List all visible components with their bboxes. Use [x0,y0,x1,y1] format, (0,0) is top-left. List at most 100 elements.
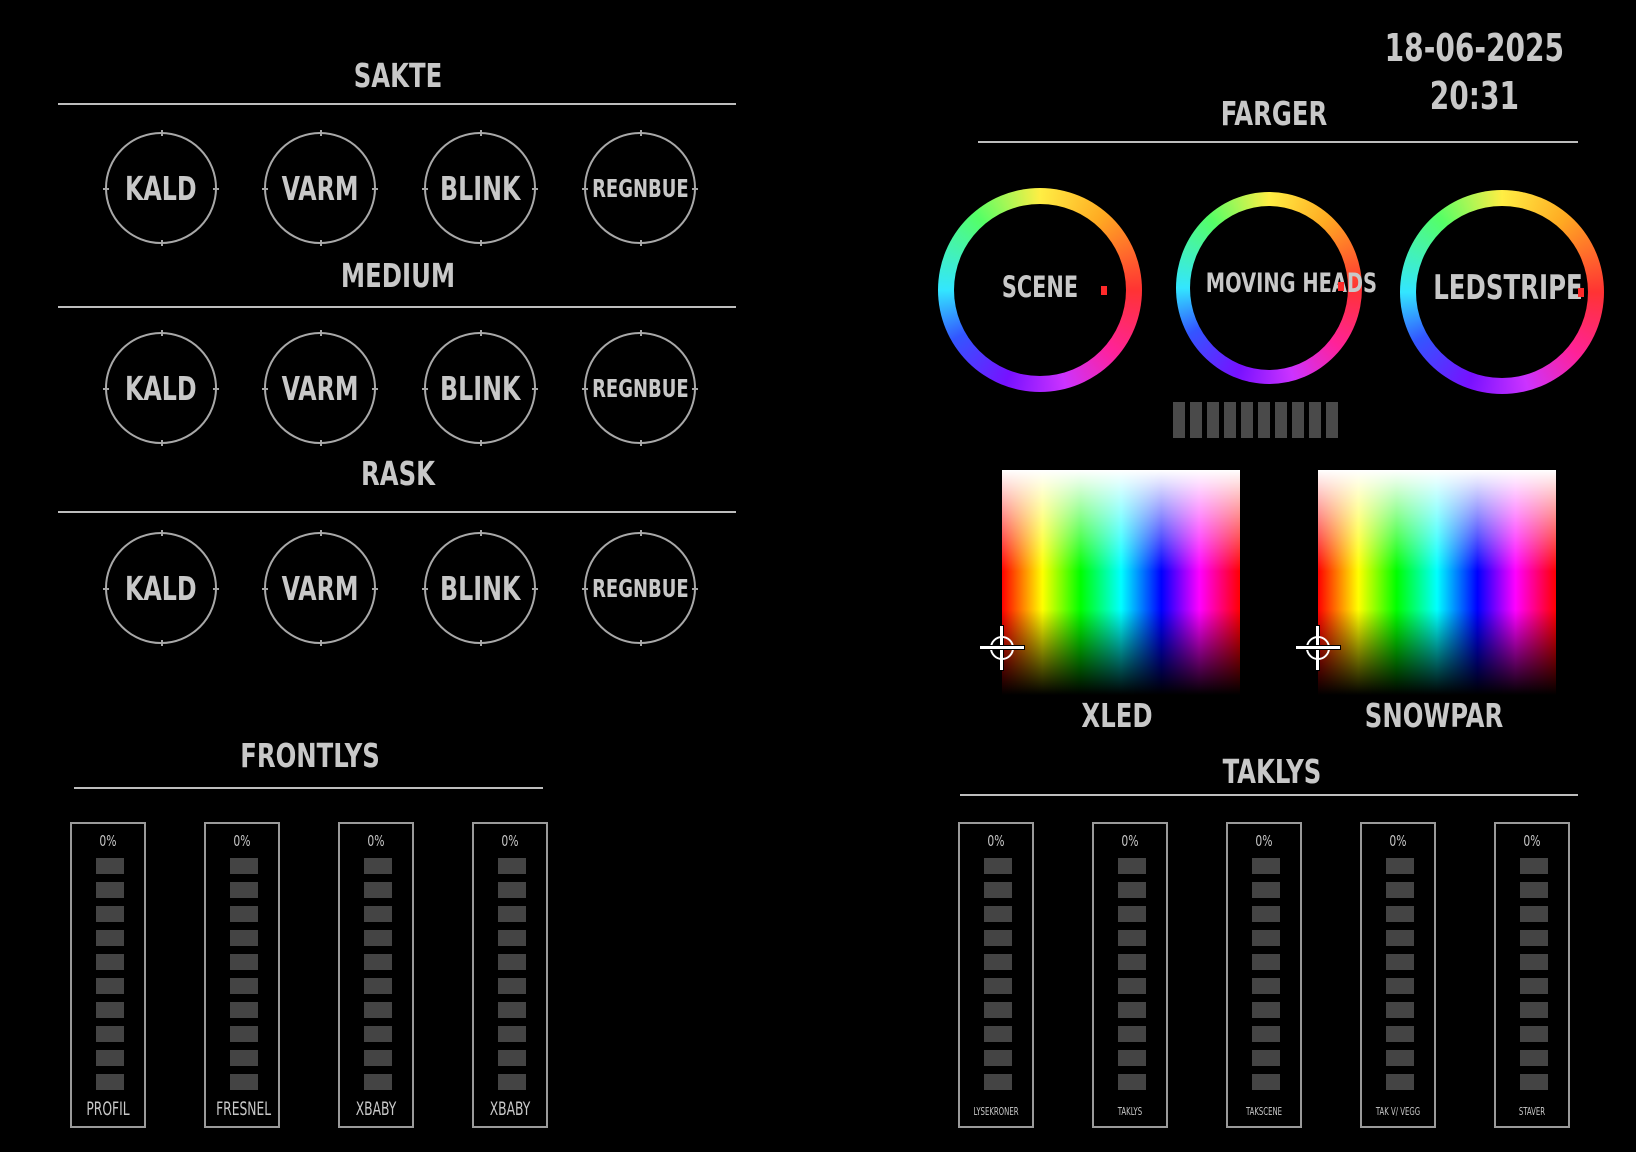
fader-segment [498,882,526,898]
fader-label: TAKSCENE [1245,1105,1283,1118]
button-label: KALD [125,568,197,608]
wheel-indicator[interactable] [1338,282,1344,291]
snowpar-crosshair-icon[interactable] [1296,626,1340,670]
fader-segment [1520,1002,1548,1018]
fader-label: TAKLYS [1117,1105,1143,1118]
scene-color-wheel[interactable]: SCENE [938,188,1142,392]
bar-segment [1258,402,1270,438]
bar-segment [1190,402,1202,438]
group-title-rask: RASK [360,454,435,493]
fader-segment [1252,978,1280,994]
moving-heads-color-wheel[interactable]: MOVING HEADS [1176,192,1377,384]
button-label: BLINK [439,568,521,608]
xled-color-picker[interactable] [1002,470,1240,695]
fader-segment [1520,954,1548,970]
divider [74,787,543,789]
ledstripe-color-wheel[interactable]: LEDSTRIPE [1400,190,1604,394]
fader-segment [96,930,124,946]
fader-segment [1386,954,1414,970]
fader-segment [1252,858,1280,874]
fader-segment [498,858,526,874]
fader-segment [498,1050,526,1066]
fader-fresnel[interactable]: 0% FRESNEL [204,822,280,1128]
fader-segment [1252,1074,1280,1090]
fader-tak-v-vegg[interactable]: 0% TAK V/ VEGG [1360,822,1436,1128]
fader-label: LYSEKRONER [973,1105,1019,1118]
fader-segment [1118,978,1146,994]
fader-xbaby-1[interactable]: 0% XBABY [338,822,414,1128]
rask-blink-button[interactable]: BLINK [422,530,538,646]
button-label: BLINK [439,168,521,208]
fader-label: STAVER [1518,1105,1546,1118]
xled-label: XLED [1081,696,1153,735]
fader-segment [364,1050,392,1066]
fader-staver[interactable]: 0% STAVER [1494,822,1570,1128]
fader-segment [1520,858,1548,874]
fader-segment [1252,1026,1280,1042]
wheel-label: SCENE [1001,270,1079,304]
medium-kald-button[interactable]: KALD [103,330,219,446]
fader-segment [1252,930,1280,946]
fader-segment [96,882,124,898]
fader-taklys[interactable]: 0% TAKLYS [1092,822,1168,1128]
fader-segment [364,906,392,922]
fader-segment [364,1002,392,1018]
fader-value: 0% [1255,832,1273,850]
snowpar-color-picker[interactable] [1318,470,1556,695]
fader-segment [498,930,526,946]
group-title-sakte: SAKTE [353,56,443,95]
fader-segment [230,930,258,946]
fader-segment [984,1002,1012,1018]
brightness-bars[interactable] [1173,402,1338,438]
fader-value: 0% [233,832,251,850]
fader-segment [1118,882,1146,898]
divider [960,794,1578,796]
fader-xbaby-2[interactable]: 0% XBABY [472,822,548,1128]
fader-segment [1252,1002,1280,1018]
button-label: REGNBUE [591,373,689,403]
fader-segment [96,1050,124,1066]
fader-value: 0% [1389,832,1407,850]
fader-segment [230,858,258,874]
fader-segment [96,1074,124,1090]
bar-segment [1207,402,1219,438]
sakte-varm-button[interactable]: VARM [262,130,378,246]
fader-segment [1252,954,1280,970]
fader-segment [364,858,392,874]
medium-regnbue-button[interactable]: REGNBUE [582,330,698,446]
fader-segment [498,1002,526,1018]
sakte-kald-button[interactable]: KALD [103,130,219,246]
fader-value: 0% [1523,832,1541,850]
divider [978,141,1578,143]
medium-varm-button[interactable]: VARM [262,330,378,446]
bar-segment [1275,402,1287,438]
fader-value: 0% [501,832,519,850]
fader-segment [364,1074,392,1090]
fader-takscene[interactable]: 0% TAKSCENE [1226,822,1302,1128]
fader-segment [364,882,392,898]
fader-profil[interactable]: 0% PROFIL [70,822,146,1128]
fader-segment [1520,1074,1548,1090]
rask-kald-button[interactable]: KALD [103,530,219,646]
fader-lysekroner[interactable]: 0% LYSEKRONER [958,822,1034,1128]
fader-segment [364,978,392,994]
xled-crosshair-icon[interactable] [980,626,1024,670]
fader-segment [96,978,124,994]
fader-label: TAK V/ VEGG [1375,1105,1421,1118]
rask-regnbue-button[interactable]: REGNBUE [582,530,698,646]
fader-segment [1520,1026,1548,1042]
sakte-blink-button[interactable]: BLINK [422,130,538,246]
sakte-regnbue-button[interactable]: REGNBUE [582,130,698,246]
rask-varm-button[interactable]: VARM [262,530,378,646]
fader-segment [984,954,1012,970]
fader-segment [1118,954,1146,970]
taklys-title: TAKLYS [1222,752,1322,791]
fader-segment [364,954,392,970]
bar-segment [1241,402,1253,438]
medium-blink-button[interactable]: BLINK [422,330,538,446]
wheel-center: SCENE [954,204,1126,376]
fader-segment [498,1026,526,1042]
wheel-center: MOVING HEADS [1190,206,1377,370]
wheel-indicator[interactable] [1578,288,1584,297]
wheel-indicator[interactable] [1101,286,1107,295]
